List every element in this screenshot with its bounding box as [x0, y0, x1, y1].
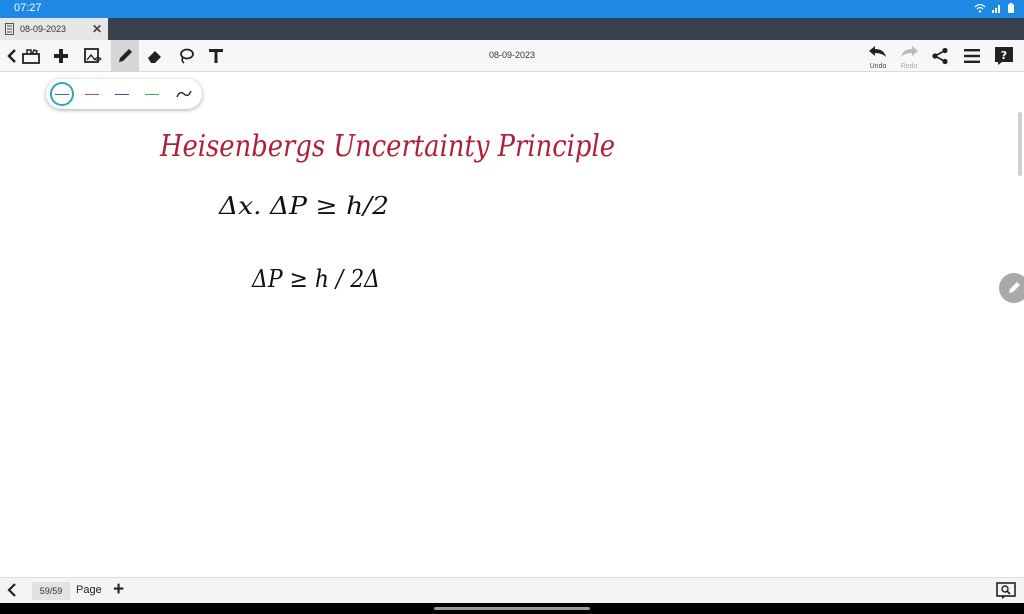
back-button[interactable] [4, 40, 20, 72]
document-icon [5, 23, 14, 35]
toolbox-icon [22, 49, 40, 64]
note-canvas[interactable] [0, 72, 1024, 577]
share-button[interactable] [928, 40, 952, 72]
previous-page-button[interactable] [7, 582, 17, 603]
undo-label: Undo [869, 63, 887, 70]
redo-icon [901, 46, 918, 57]
text-tool-button[interactable] [204, 40, 228, 72]
lasso-icon [180, 48, 194, 64]
share-icon [932, 47, 948, 65]
add-icon [54, 49, 68, 63]
chevron-left-icon [7, 583, 16, 597]
add-button[interactable] [50, 40, 72, 72]
toolbox-button[interactable] [20, 40, 42, 72]
pen-color-swatch[interactable] [50, 82, 74, 106]
toolbar: 08-09-2023 Undo Redo ? [0, 40, 1024, 72]
menu-icon [964, 49, 980, 63]
menu-button[interactable] [960, 40, 984, 72]
insert-image-button[interactable] [82, 40, 104, 72]
pen-icon [119, 49, 132, 62]
status-time: 07:27 [14, 2, 42, 14]
add-page-button[interactable]: + [113, 580, 124, 600]
pen-color-swatch[interactable] [140, 82, 164, 106]
stroke-style-button[interactable] [172, 82, 196, 106]
pen-color-swatch[interactable] [110, 82, 134, 106]
swatch-line [85, 93, 99, 95]
undo-icon [869, 46, 886, 57]
bottom-bar: 59/59 Page + [0, 577, 1024, 603]
scrollbar[interactable] [1018, 112, 1022, 176]
pen-color-palette [46, 79, 202, 109]
svg-text:?: ? [1001, 49, 1007, 62]
close-icon[interactable]: ✕ [92, 22, 102, 36]
zoom-icon [996, 582, 1016, 599]
help-icon: ? [995, 47, 1013, 65]
tab-document[interactable]: 08-09-2023 ✕ [0, 18, 108, 40]
page-label[interactable]: Page [76, 584, 102, 596]
system-nav-bar [0, 603, 1024, 614]
battery-icon [1008, 3, 1014, 13]
text-icon [209, 49, 223, 63]
redo-label: Redo [900, 63, 918, 70]
page-counter[interactable]: 59/59 [32, 582, 70, 600]
redo-button[interactable]: Redo [895, 40, 923, 72]
pencil-handle-icon [1009, 282, 1020, 293]
swatch-line [115, 93, 129, 95]
swatch-line [145, 93, 159, 95]
swatch-line [55, 93, 69, 95]
back-icon [7, 49, 16, 63]
curve-stroke-icon [176, 90, 192, 98]
pen-color-swatch[interactable] [80, 82, 104, 106]
home-indicator[interactable] [434, 607, 590, 610]
undo-button[interactable]: Undo [864, 40, 892, 72]
lasso-tool-button[interactable] [174, 40, 198, 72]
eraser-icon [148, 51, 161, 63]
insert-image-icon [84, 48, 102, 63]
tab-title: 08-09-2023 [20, 24, 67, 34]
tab-bar: 08-09-2023 ✕ [0, 18, 1024, 40]
zoom-button[interactable] [996, 582, 1016, 605]
status-icons [974, 3, 1014, 13]
signal-icon [992, 5, 1000, 13]
wifi-icon [974, 3, 986, 13]
status-bar: 07:27 [0, 0, 1024, 18]
help-button[interactable]: ? [992, 40, 1016, 72]
eraser-tool-button[interactable] [143, 40, 167, 72]
pen-tool-button[interactable] [111, 40, 139, 72]
edge-panel-handle[interactable] [999, 273, 1024, 303]
